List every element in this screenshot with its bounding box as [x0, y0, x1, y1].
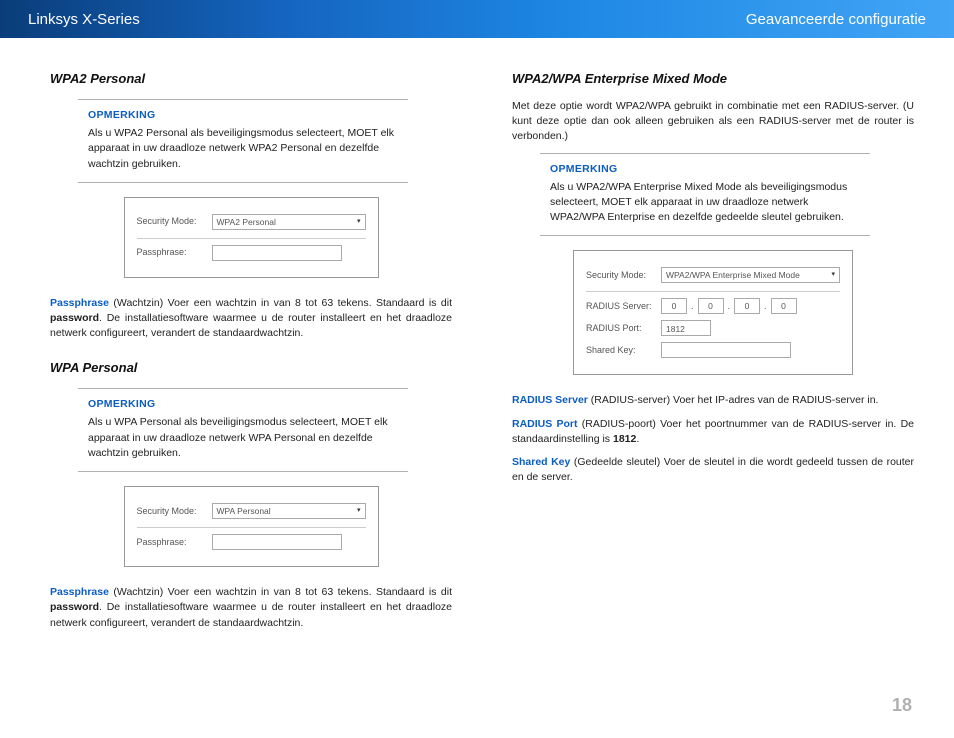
note-body: Als u WPA Personal als beveiligingsmodus…	[88, 415, 398, 461]
term-radius-port: RADIUS Port	[512, 418, 578, 430]
section-title-enterprise-mixed: WPA2/WPA Enterprise Mixed Mode	[512, 70, 914, 89]
intro-paragraph: Met deze optie wordt WPA2/WPA gebruikt i…	[512, 99, 914, 145]
fig-label-security-mode: Security Mode:	[586, 269, 661, 282]
paragraph-passphrase-1: Passphrase (Wachtzin) Voer een wachtzin …	[50, 296, 452, 342]
fig-label-radius-port: RADIUS Port:	[586, 322, 661, 335]
fig-radius-server-ip: 0. 0. 0. 0	[661, 298, 797, 314]
note-box: OPMERKING Als u WPA Personal als beveili…	[78, 388, 408, 472]
section-title-wpa2-personal: WPA2 Personal	[50, 70, 452, 89]
header-left: Linksys X-Series	[28, 11, 140, 28]
page-header: Linksys X-Series Geavanceerde configurat…	[0, 0, 954, 38]
note-box: OPMERKING Als u WPA2 Personal als beveil…	[78, 99, 408, 183]
page-number: 18	[892, 695, 912, 716]
fig-security-mode-select[interactable]: WPA Personal ▾	[212, 503, 366, 519]
ip-octet-input[interactable]: 0	[771, 298, 797, 314]
fig-security-mode-select[interactable]: WPA2/WPA Enterprise Mixed Mode ▾	[661, 267, 840, 283]
fig-security-mode-value: WPA Personal	[217, 505, 271, 517]
paragraph-radius-server: RADIUS Server (RADIUS-server) Voer het I…	[512, 393, 914, 408]
chevron-down-icon: ▾	[357, 506, 361, 516]
note-box: OPMERKING Als u WPA2/WPA Enterprise Mixe…	[540, 153, 870, 237]
fig-label-security-mode: Security Mode:	[137, 505, 212, 518]
fig-label-passphrase: Passphrase:	[137, 246, 212, 259]
figure-enterprise-mixed: Security Mode: WPA2/WPA Enterprise Mixed…	[573, 250, 853, 375]
term-radius-server: RADIUS Server	[512, 394, 588, 406]
chevron-down-icon: ▾	[357, 217, 361, 227]
fig-passphrase-input[interactable]	[212, 245, 342, 261]
paragraph-passphrase-2: Passphrase (Wachtzin) Voer een wachtzin …	[50, 585, 452, 631]
fig-security-mode-value: WPA2/WPA Enterprise Mixed Mode	[666, 269, 800, 281]
chevron-down-icon: ▾	[831, 270, 835, 280]
term-shared-key: Shared Key	[512, 456, 570, 468]
note-heading: OPMERKING	[550, 162, 860, 177]
left-column: WPA2 Personal OPMERKING Als u WPA2 Perso…	[50, 70, 462, 639]
ip-octet-input[interactable]: 0	[698, 298, 724, 314]
fig-label-radius-server: RADIUS Server:	[586, 300, 661, 313]
section-title-wpa-personal: WPA Personal	[50, 359, 452, 378]
note-body: Als u WPA2/WPA Enterprise Mixed Mode als…	[550, 180, 860, 226]
fig-label-security-mode: Security Mode:	[137, 215, 212, 228]
fig-shared-key-input[interactable]	[661, 342, 791, 358]
fig-label-passphrase: Passphrase:	[137, 536, 212, 549]
term-passphrase: Passphrase	[50, 297, 109, 309]
note-heading: OPMERKING	[88, 108, 398, 123]
fig-label-shared-key: Shared Key:	[586, 344, 661, 357]
note-heading: OPMERKING	[88, 397, 398, 412]
fig-security-mode-value: WPA2 Personal	[217, 216, 276, 228]
header-right: Geavanceerde configuratie	[746, 11, 926, 28]
ip-octet-input[interactable]: 0	[734, 298, 760, 314]
figure-wpa2-personal: Security Mode: WPA2 Personal ▾ Passphras…	[124, 197, 379, 278]
fig-passphrase-input[interactable]	[212, 534, 342, 550]
fig-security-mode-select[interactable]: WPA2 Personal ▾	[212, 214, 366, 230]
paragraph-shared-key: Shared Key (Gedeelde sleutel) Voer de sl…	[512, 455, 914, 485]
note-body: Als u WPA2 Personal als beveiligingsmodu…	[88, 126, 398, 172]
term-passphrase: Passphrase	[50, 586, 109, 598]
fig-radius-port-input[interactable]: 1812	[661, 320, 711, 336]
figure-wpa-personal: Security Mode: WPA Personal ▾ Passphrase…	[124, 486, 379, 567]
paragraph-radius-port: RADIUS Port (RADIUS-poort) Voer het poor…	[512, 417, 914, 447]
right-column: WPA2/WPA Enterprise Mixed Mode Met deze …	[502, 70, 914, 639]
ip-octet-input[interactable]: 0	[661, 298, 687, 314]
page-content: WPA2 Personal OPMERKING Als u WPA2 Perso…	[0, 38, 954, 649]
